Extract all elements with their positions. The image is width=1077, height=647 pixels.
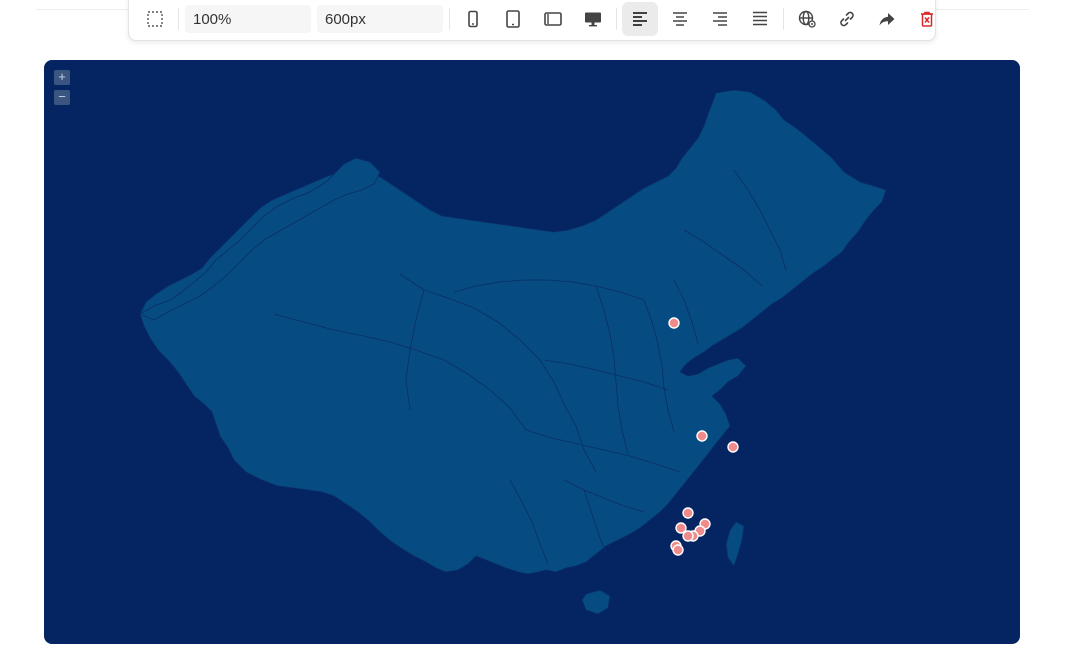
hainan-island[interactable]	[581, 589, 611, 615]
globe-icon	[798, 10, 816, 28]
zoom-input[interactable]	[185, 5, 311, 33]
align-center-icon	[673, 12, 687, 26]
editor-toolbar	[128, 0, 936, 41]
tablet-view-button[interactable]	[495, 2, 531, 36]
china-map[interactable]	[44, 60, 1020, 644]
map-zoom-out-button[interactable]: −	[54, 90, 70, 105]
tablet-icon	[506, 10, 520, 28]
toolbar-separator	[783, 8, 784, 30]
align-justify-icon	[753, 11, 767, 26]
dashed-square-icon	[147, 11, 163, 27]
map-panel[interactable]: + −	[44, 60, 1020, 644]
share-arrow-icon	[879, 13, 895, 26]
toolbar-separator	[616, 8, 617, 30]
map-marker[interactable]	[682, 507, 694, 519]
desktop-view-button[interactable]	[575, 2, 611, 36]
map-marker[interactable]	[682, 530, 694, 542]
map-marker[interactable]	[668, 317, 680, 329]
align-center-button[interactable]	[662, 2, 698, 36]
link-button[interactable]	[829, 2, 865, 36]
toolbar-separator	[449, 8, 450, 30]
tablet-landscape-view-button[interactable]	[535, 2, 571, 36]
mainland-china-region[interactable]	[139, 89, 887, 575]
map-marker[interactable]	[675, 522, 687, 534]
width-input[interactable]	[317, 5, 443, 33]
globe-settings-button[interactable]	[789, 2, 825, 36]
toolbar-separator	[178, 8, 179, 30]
align-left-icon	[633, 12, 647, 26]
align-justify-button[interactable]	[742, 2, 778, 36]
trash-icon	[921, 11, 933, 27]
map-marker[interactable]	[696, 430, 708, 442]
link-icon	[840, 11, 854, 27]
map-marker[interactable]	[672, 544, 684, 556]
align-right-icon	[713, 12, 727, 26]
taiwan-island[interactable]	[725, 521, 745, 567]
delete-button[interactable]	[909, 2, 945, 36]
select-frame-button[interactable]	[137, 2, 173, 36]
share-button[interactable]	[869, 2, 905, 36]
mobile-view-button[interactable]	[455, 2, 491, 36]
tablet-landscape-icon	[544, 12, 562, 26]
align-left-button[interactable]	[622, 2, 658, 36]
align-right-button[interactable]	[702, 2, 738, 36]
desktop-icon	[585, 12, 601, 27]
map-marker[interactable]	[727, 441, 739, 453]
phone-icon	[468, 10, 478, 28]
map-zoom-in-button[interactable]: +	[54, 70, 70, 85]
